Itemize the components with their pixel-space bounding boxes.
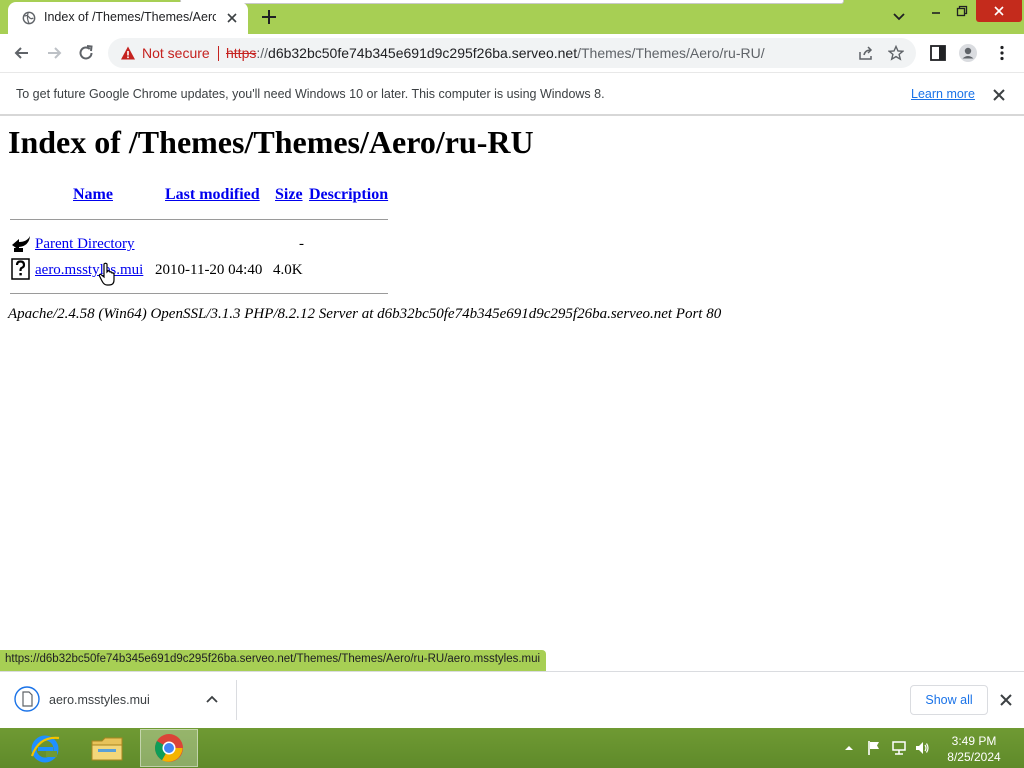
url-host: d6b32bc50fe74b345e691d9c295f26ba.serveo.… — [268, 45, 578, 61]
taskbar-file-explorer[interactable] — [78, 729, 136, 767]
browser-tab[interactable]: Index of /Themes/Themes/Aero/ — [8, 2, 248, 34]
address-bar[interactable]: Not secure https://d6b32bc50fe74b345e691… — [108, 38, 916, 68]
browser-tab-strip: Index of /Themes/Themes/Aero/ — [0, 0, 1024, 34]
status-bubble-url: https://d6b32bc50fe74b345e691d9c295f26ba… — [0, 650, 547, 671]
warning-triangle-icon[interactable] — [120, 45, 136, 61]
share-icon[interactable] — [858, 45, 874, 61]
infobar-close-icon[interactable] — [990, 86, 1008, 104]
url-scheme-colon: :// — [256, 45, 269, 61]
browser-toolbar: Not secure https://d6b32bc50fe74b345e691… — [0, 34, 1024, 72]
clock-time: 3:49 PM — [951, 734, 997, 748]
column-header-size[interactable]: Size — [275, 186, 303, 204]
download-shelf-close-icon[interactable] — [997, 691, 1015, 709]
more-menu-icon[interactable] — [992, 43, 1012, 63]
parent-directory-link[interactable]: Parent Directory — [35, 236, 135, 253]
taskbar-clock[interactable]: 3:49 PM 8/25/2024 — [936, 733, 1012, 765]
server-signature: Apache/2.4.58 (Win64) OpenSSL/3.1.3 PHP/… — [8, 306, 722, 322]
tab-close-icon[interactable] — [224, 10, 240, 26]
download-shelf: aero.msstyles.mui Show all — [0, 671, 1024, 728]
url-text[interactable]: https://d6b32bc50fe74b345e691d9c295f26ba… — [226, 45, 765, 61]
internet-explorer-icon — [30, 735, 60, 763]
taskbar-chrome[interactable] — [140, 729, 198, 767]
back-folder-icon — [12, 236, 30, 252]
tab-strip-overlay — [180, 0, 844, 4]
reload-icon[interactable] — [76, 43, 96, 63]
unknown-file-icon — [11, 258, 30, 280]
file-link-aero-msstyles-mui[interactable]: aero.msstyles.mui — [35, 262, 143, 279]
back-arrow-icon[interactable] — [12, 43, 32, 63]
windows-taskbar: 3:49 PM 8/25/2024 — [0, 728, 1024, 768]
window-close-button[interactable] — [976, 0, 1022, 22]
page-title: Index of /Themes/Themes/Aero/ru-RU — [8, 124, 534, 160]
file-download-icon — [14, 686, 40, 712]
footer-divider — [10, 293, 388, 294]
restore-button[interactable] — [950, 0, 974, 22]
security-status-label[interactable]: Not secure — [142, 45, 210, 61]
column-header-last-modified[interactable]: Last modified — [165, 186, 260, 204]
header-divider — [10, 219, 388, 220]
volume-icon[interactable] — [914, 740, 930, 756]
clock-date: 8/25/2024 — [947, 750, 1001, 764]
url-scheme: https — [226, 45, 257, 61]
forward-arrow-icon[interactable] — [44, 43, 64, 63]
close-icon — [994, 6, 1004, 16]
tab-search-button[interactable] — [886, 6, 912, 28]
download-file-name: aero.msstyles.mui — [49, 693, 150, 707]
minimize-button[interactable] — [924, 0, 948, 22]
infobar-message: To get future Google Chrome updates, you… — [16, 87, 605, 101]
show-all-downloads-button[interactable]: Show all — [910, 685, 988, 715]
chevron-down-icon — [893, 13, 905, 21]
show-hidden-icons-icon[interactable] — [844, 740, 854, 756]
chrome-icon — [155, 734, 183, 762]
file-size: 4.0K — [273, 262, 303, 278]
action-center-flag-icon[interactable] — [866, 740, 882, 756]
hand-cursor-icon — [98, 262, 115, 286]
restore-icon — [956, 5, 968, 17]
download-separator — [236, 680, 237, 720]
file-explorer-icon — [91, 737, 123, 761]
side-panel-icon[interactable] — [928, 43, 948, 63]
bookmark-star-icon[interactable] — [888, 45, 904, 61]
globe-icon — [22, 11, 36, 25]
omnibox-separator — [218, 46, 219, 61]
page-content: Index of /Themes/Themes/Aero/ru-RU Name … — [0, 118, 1024, 650]
column-header-name[interactable]: Name — [73, 186, 113, 204]
minimize-icon — [932, 12, 940, 14]
network-icon[interactable] — [891, 740, 907, 756]
new-tab-plus-icon[interactable] — [260, 8, 278, 26]
file-last-modified: 2010-11-20 04:40 — [155, 262, 263, 278]
learn-more-link[interactable]: Learn more — [911, 87, 975, 101]
chevron-up-icon[interactable] — [204, 692, 220, 708]
update-infobar: To get future Google Chrome updates, you… — [0, 72, 1024, 116]
profile-avatar-icon[interactable] — [958, 43, 978, 63]
taskbar-internet-explorer[interactable] — [16, 729, 74, 767]
column-header-description[interactable]: Description — [309, 186, 388, 204]
tab-title: Index of /Themes/Themes/Aero/ — [44, 10, 216, 24]
parent-directory-size: - — [299, 236, 304, 252]
url-path: /Themes/Themes/Aero/ru-RU/ — [577, 45, 765, 61]
